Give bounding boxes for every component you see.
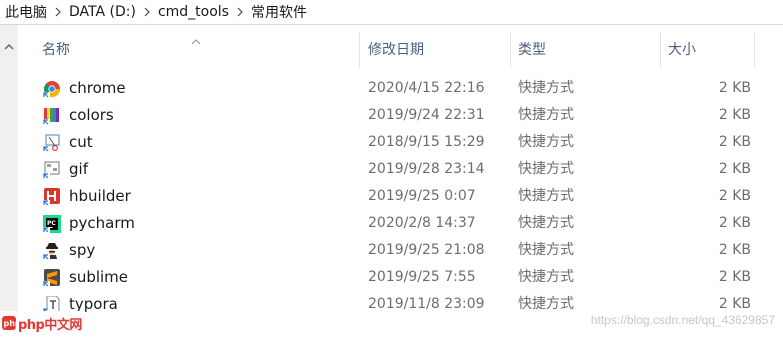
file-row[interactable]: gif 2019/9/28 23:14 快捷方式 2 KB — [18, 156, 783, 183]
file-name: cut — [69, 133, 93, 151]
file-name: spy — [69, 241, 96, 259]
chrome-icon — [43, 80, 61, 98]
file-size: 2 KB — [718, 215, 751, 231]
address-bar[interactable]: 此电脑 DATA (D:) cmd_tools 常用软件 — [0, 0, 783, 25]
column-divider[interactable] — [510, 32, 511, 68]
file-size: 2 KB — [718, 188, 751, 204]
sublime-icon — [43, 269, 61, 287]
file-name: sublime — [69, 268, 129, 286]
file-type: 快捷方式 — [518, 269, 574, 285]
php-cn-logo-text: php中文网 — [18, 318, 82, 333]
breadcrumb-data-drive[interactable]: DATA (D:) — [69, 4, 136, 20]
file-type: 快捷方式 — [518, 242, 574, 258]
column-header-type[interactable]: 类型 — [518, 38, 546, 62]
column-divider[interactable] — [359, 32, 360, 68]
file-date: 2020/4/15 22:16 — [368, 80, 485, 96]
column-header-name[interactable]: 名称 — [42, 38, 70, 62]
file-date: 2019/9/25 0:07 — [368, 188, 476, 204]
chevron-right-icon[interactable] — [47, 7, 69, 17]
file-row[interactable]: spy 2019/9/25 21:08 快捷方式 2 KB — [18, 237, 783, 264]
cut-icon — [43, 134, 61, 152]
column-header-date[interactable]: 修改日期 — [368, 38, 424, 62]
file-row[interactable]: cut 2018/9/15 15:29 快捷方式 2 KB — [18, 129, 783, 156]
file-type: 快捷方式 — [518, 134, 574, 150]
file-name: hbuilder — [69, 187, 131, 205]
column-header-row: 名称 修改日期 类型 大小 — [18, 25, 783, 75]
column-header-size[interactable]: 大小 — [668, 38, 696, 62]
file-size: 2 KB — [718, 242, 751, 258]
hbuilder-icon — [43, 188, 61, 206]
file-type: 快捷方式 — [518, 296, 574, 312]
file-row[interactable]: colors 2019/9/24 22:31 快捷方式 2 KB — [18, 102, 783, 129]
column-divider[interactable] — [660, 32, 661, 68]
file-size: 2 KB — [718, 134, 751, 150]
file-type: 快捷方式 — [518, 161, 574, 177]
sort-ascending-icon — [191, 33, 201, 49]
file-row[interactable]: chrome 2020/4/15 22:16 快捷方式 2 KB — [18, 75, 783, 102]
csdn-watermark: https://blog.csdn.net/qq_43629857 — [590, 313, 775, 327]
file-type: 快捷方式 — [518, 188, 574, 204]
file-date: 2018/9/15 15:29 — [368, 134, 485, 150]
chevron-right-icon[interactable] — [229, 7, 251, 17]
file-size: 2 KB — [718, 107, 751, 123]
file-date: 2019/9/28 23:14 — [368, 161, 485, 177]
file-date: 2019/9/24 22:31 — [368, 107, 485, 123]
breadcrumb-cmd-tools[interactable]: cmd_tools — [158, 4, 229, 20]
file-row[interactable]: hbuilder 2019/9/25 0:07 快捷方式 2 KB — [18, 183, 783, 210]
column-divider[interactable] — [754, 32, 755, 68]
chevron-right-icon[interactable] — [136, 7, 158, 17]
file-size: 2 KB — [718, 269, 751, 285]
php-cn-logo: php php中文网 — [0, 311, 84, 333]
pycharm-icon: PC — [43, 215, 61, 233]
file-name: chrome — [69, 79, 126, 97]
breadcrumb-current-folder[interactable]: 常用软件 — [251, 2, 307, 22]
colors-icon — [43, 107, 61, 125]
file-name: gif — [69, 160, 88, 178]
scrollbar-track[interactable] — [0, 25, 18, 333]
breadcrumb-this-pc[interactable]: 此电脑 — [0, 2, 47, 22]
file-date: 2019/9/25 21:08 — [368, 242, 485, 258]
file-type: 快捷方式 — [518, 107, 574, 123]
file-type: 快捷方式 — [518, 215, 574, 231]
svg-text:PC: PC — [47, 220, 56, 227]
file-date: 2019/11/8 23:09 — [368, 296, 485, 312]
file-size: 2 KB — [718, 80, 751, 96]
file-type: 快捷方式 — [518, 80, 574, 96]
gif-icon — [43, 161, 61, 179]
file-name: colors — [69, 106, 114, 124]
spy-icon — [43, 242, 61, 260]
file-row[interactable]: PC pycharm 2020/2/8 14:37 快捷方式 2 KB — [18, 210, 783, 237]
file-date: 2020/2/8 14:37 — [368, 215, 476, 231]
file-row[interactable]: sublime 2019/9/25 7:55 快捷方式 2 KB — [18, 264, 783, 291]
file-name: pycharm — [69, 214, 135, 232]
file-date: 2019/9/25 7:55 — [368, 269, 476, 285]
scroll-up-arrow-icon[interactable] — [3, 41, 15, 53]
file-size: 2 KB — [718, 161, 751, 177]
